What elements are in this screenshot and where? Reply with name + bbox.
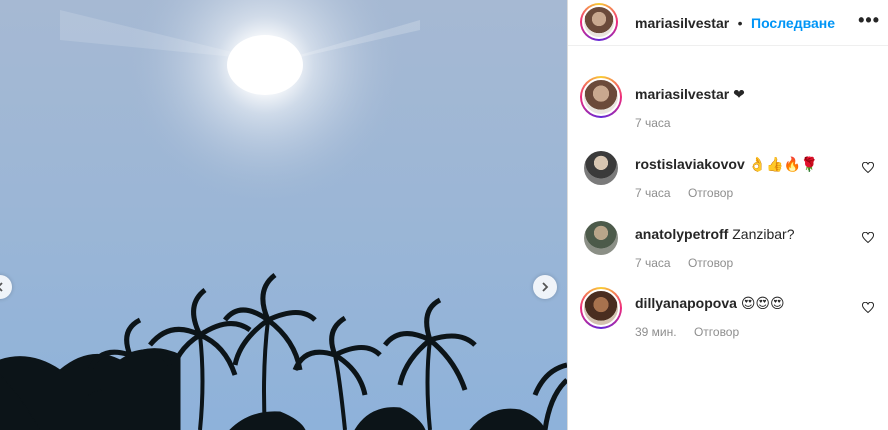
reply-button[interactable]: Отговор <box>688 186 733 200</box>
caption-username[interactable]: mariasilvestar <box>635 86 729 102</box>
comment-text: Zanzibar? <box>732 226 795 242</box>
chevron-right-icon <box>542 282 549 292</box>
comment-text: 😍😍😍 <box>740 296 785 312</box>
comment-time[interactable]: 39 мин. <box>635 325 677 339</box>
post-header: mariasilvestar • Последване ••• <box>568 0 888 46</box>
like-heart-icon[interactable] <box>862 232 874 244</box>
caption-avatar[interactable] <box>580 76 622 118</box>
comment-username[interactable]: anatolypetroff <box>635 226 728 242</box>
commenter-avatar[interactable] <box>580 287 622 329</box>
list-item: dillyanapopova 😍😍😍 39 мин. Отговор <box>568 287 888 347</box>
list-item: anatolypetroff Zanzibar? 7 часа Отговор <box>568 221 888 281</box>
like-heart-icon[interactable] <box>862 162 874 174</box>
comment-time[interactable]: 7 часа <box>635 186 671 200</box>
post-photo <box>0 0 567 430</box>
caption-time[interactable]: 7 часа <box>635 116 671 130</box>
header-separator: • <box>737 15 743 31</box>
more-options-icon[interactable]: ••• <box>858 10 880 31</box>
commenter-avatar[interactable] <box>584 151 618 185</box>
comment-username[interactable]: rostislaviakovov <box>635 156 745 172</box>
comment-time[interactable]: 7 часа <box>635 256 671 270</box>
caption-text: ❤ <box>733 87 745 103</box>
caption: mariasilvestar ❤ 7 часа <box>568 76 888 136</box>
follow-button[interactable]: Последване <box>751 15 835 31</box>
author-username[interactable]: mariasilvestar <box>635 15 729 31</box>
commenter-avatar[interactable] <box>584 221 618 255</box>
reply-button[interactable]: Отговор <box>688 256 733 270</box>
list-item: rostislaviakovov 👌👍🔥🌹 7 часа Отговор <box>568 151 888 211</box>
comments-panel: mariasilvestar • Последване ••• mariasil… <box>568 0 888 430</box>
chevron-left-icon <box>0 282 3 292</box>
author-avatar[interactable] <box>580 3 618 41</box>
reply-button[interactable]: Отговор <box>694 325 739 339</box>
comment-username[interactable]: dillyanapopova <box>635 295 737 311</box>
like-heart-icon[interactable] <box>862 302 874 314</box>
next-photo-button[interactable] <box>533 275 557 299</box>
comment-text: 👌👍🔥🌹 <box>748 157 819 173</box>
beach-palm-photo <box>0 0 567 430</box>
